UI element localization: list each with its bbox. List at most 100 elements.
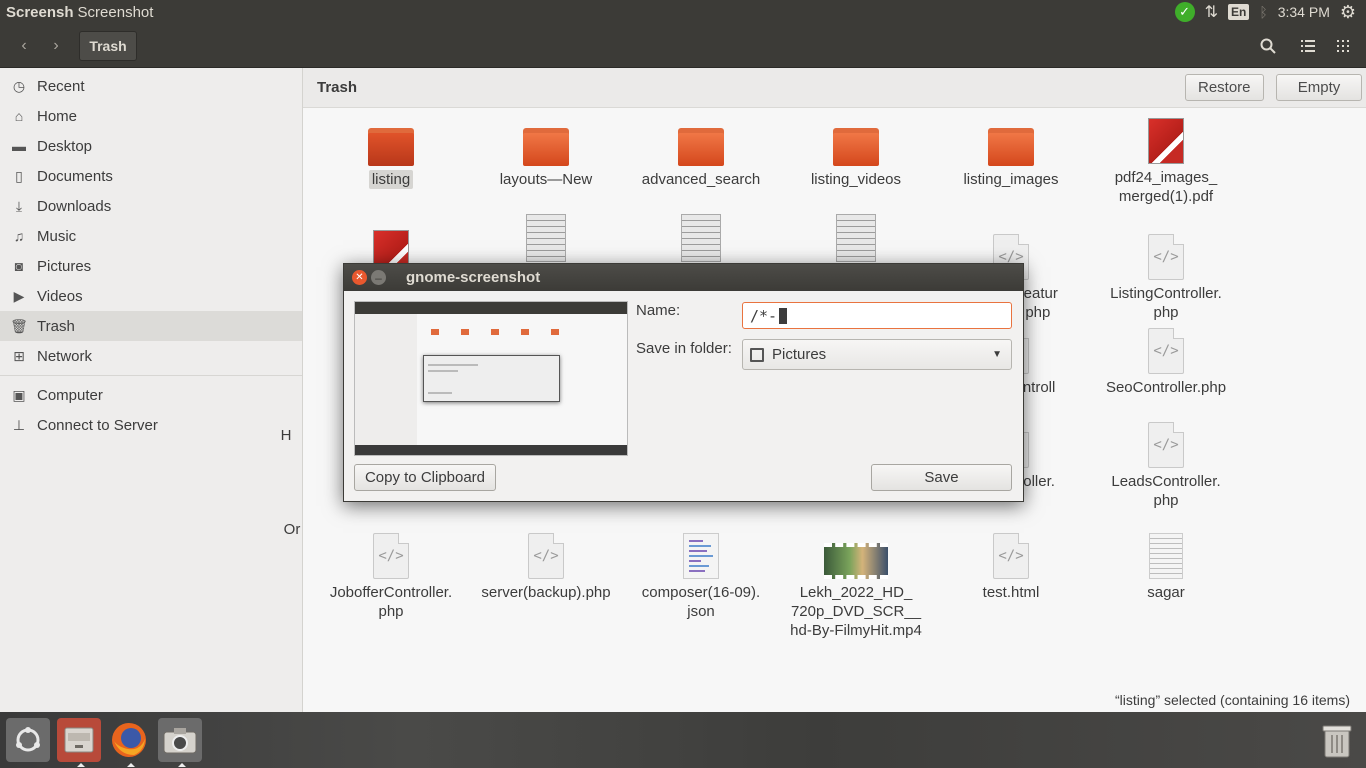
copy-to-clipboard-button[interactable]: Copy to Clipboard: [354, 464, 496, 491]
file-label: test.html: [982, 584, 1040, 601]
file-item-jobofffercontroller[interactable]: </> JobofferController. php: [316, 531, 466, 621]
file-label: json: [687, 603, 715, 620]
list-view-button[interactable]: [1293, 32, 1323, 60]
file-item-test-html[interactable]: </> test.html: [936, 531, 1086, 602]
menu-button[interactable]: [1328, 32, 1358, 60]
file-label: advanced_search: [641, 171, 761, 188]
forward-button[interactable]: ›: [40, 32, 72, 60]
file-label: merged(1).pdf: [1118, 188, 1214, 205]
sidebar-item-desktop[interactable]: ▬ Desktop: [0, 131, 302, 161]
sidebar-item-label: Trash: [37, 317, 75, 335]
dialog-title: gnome-screenshot: [406, 269, 541, 286]
search-icon: [1260, 38, 1276, 54]
file-item-or-partial[interactable]: Or: [262, 468, 322, 539]
empty-trash-button[interactable]: Empty: [1276, 74, 1362, 101]
back-button[interactable]: ‹: [8, 32, 40, 60]
save-screenshot-dialog: ✕ – gnome-screenshot Name: /*- Save in f…: [343, 263, 1024, 502]
file-item-layouts-new[interactable]: layouts—New: [471, 118, 621, 189]
clock-icon: ◷: [12, 77, 26, 94]
file-item-advanced-search[interactable]: advanced_search: [626, 118, 776, 189]
restore-button[interactable]: Restore: [1185, 74, 1264, 101]
clock[interactable]: 3:34 PM: [1278, 4, 1330, 20]
file-item-photo-3[interactable]: [781, 210, 931, 266]
text-file-icon: [1149, 533, 1183, 579]
file-item-listing-images[interactable]: listing_images: [936, 118, 1086, 189]
minimize-icon[interactable]: –: [371, 270, 386, 285]
server-icon: ⊥: [12, 416, 26, 433]
file-label: Or: [283, 521, 301, 538]
sidebar-item-label: Connect to Server: [37, 416, 158, 434]
sidebar-item-music[interactable]: ♫ Music: [0, 221, 302, 251]
json-file-icon: [683, 533, 719, 579]
code-file-icon: </>: [1148, 422, 1184, 468]
launcher-dock: [0, 712, 1366, 768]
file-item-lekh-video[interactable]: Lekh_2022_HD_ 720p_DVD_SCR__ hd-By-Filmy…: [781, 531, 931, 640]
app-menu-name[interactable]: Screensh: [6, 4, 74, 21]
code-file-icon: </>: [528, 533, 564, 579]
folder-icon: [833, 128, 879, 166]
update-status-icon[interactable]: ✓: [1174, 2, 1195, 22]
sidebar-item-videos[interactable]: ▶ Videos: [0, 281, 302, 311]
file-label: sagar: [1147, 584, 1185, 601]
search-button[interactable]: [1253, 32, 1283, 60]
file-item-server-backup[interactable]: </> server(backup).php: [471, 531, 621, 602]
file-label: php: [378, 603, 404, 620]
gear-icon[interactable]: ⚙: [1340, 2, 1356, 23]
keyboard-layout-indicator[interactable]: En: [1227, 4, 1250, 20]
file-item-photo-2[interactable]: [626, 210, 776, 266]
trash-icon: [1322, 725, 1352, 758]
document-icon: ▯: [15, 167, 23, 184]
image-thumbnail-icon: [836, 214, 876, 262]
file-label: server(backup).php: [481, 584, 611, 601]
sidebar-item-recent[interactable]: ◷ Recent: [0, 71, 302, 101]
sidebar-item-documents[interactable]: ▯ Documents: [0, 161, 302, 191]
filename-input[interactable]: /*-: [742, 302, 1012, 329]
file-item-h-partial[interactable]: H: [256, 374, 316, 445]
files-launcher[interactable]: [57, 718, 101, 767]
file-item-listing-videos[interactable]: listing_videos: [781, 118, 931, 189]
pdf-icon: [1148, 118, 1184, 164]
sidebar-item-trash[interactable]: 🗑 Trash: [0, 311, 302, 341]
file-label: Lekh_2022_HD_: [799, 584, 913, 601]
chevron-left-icon: ‹: [21, 37, 27, 54]
file-item-leadscontroller[interactable]: </> LeadsController. php: [1091, 420, 1241, 510]
ubuntu-logo-icon: [16, 727, 40, 752]
file-item-photo-1[interactable]: [471, 210, 621, 266]
sidebar-item-label: Documents: [37, 167, 113, 185]
file-item-listingcontroller[interactable]: </> ListingController. php: [1091, 232, 1241, 322]
close-icon[interactable]: ✕: [352, 270, 367, 285]
screenshot-launcher[interactable]: [158, 718, 202, 767]
nautilus-headerbar: ‹ › Trash: [0, 24, 1366, 68]
sidebar-item-label: Downloads: [37, 197, 112, 215]
scrollbar[interactable]: [1356, 108, 1366, 712]
code-file-icon: </>: [373, 533, 409, 579]
path-bar-trash[interactable]: Trash: [79, 31, 137, 61]
file-item-pdf24[interactable]: pdf24_images_ merged(1).pdf: [1091, 114, 1241, 206]
bluetooth-icon[interactable]: ᛒ: [1259, 4, 1267, 20]
file-item-composer[interactable]: composer(16-09). json: [626, 531, 776, 621]
sidebar-item-downloads[interactable]: ⤓ Downloads: [0, 191, 302, 221]
file-item-sagar[interactable]: sagar: [1091, 531, 1241, 602]
file-item-listing[interactable]: listing: [316, 118, 466, 189]
trash-launcher[interactable]: [1315, 718, 1359, 762]
sidebar-item-pictures[interactable]: ◙ Pictures: [0, 251, 302, 281]
dialog-titlebar[interactable]: ✕ – gnome-screenshot: [344, 264, 1023, 291]
sidebar-item-home[interactable]: ⌂ Home: [0, 101, 302, 131]
ubuntu-dash-button[interactable]: [6, 718, 50, 762]
chevron-down-icon: ▼: [992, 349, 1002, 360]
sidebar-item-label: Network: [37, 347, 93, 365]
sidebar-item-network[interactable]: ⊞ Network: [0, 341, 302, 371]
file-item-seocontroller[interactable]: </> SeoController.php: [1091, 326, 1241, 397]
save-folder-select[interactable]: Pictures ▼: [742, 339, 1012, 370]
music-icon: ♫: [13, 228, 25, 244]
file-label: composer(16-09).: [641, 584, 761, 601]
status-bar: “listing” selected (containing 16 items): [1115, 692, 1350, 708]
video-thumbnail-icon: [824, 543, 888, 579]
image-thumbnail-icon: [681, 214, 721, 262]
firefox-launcher[interactable]: [107, 718, 151, 767]
save-button[interactable]: Save: [871, 464, 1012, 491]
network-arrows-icon[interactable]: ⇅: [1205, 2, 1218, 22]
sidebar-item-label: Home: [37, 107, 78, 125]
sidebar-item-label: Music: [37, 227, 77, 245]
folder-icon: [678, 128, 724, 166]
